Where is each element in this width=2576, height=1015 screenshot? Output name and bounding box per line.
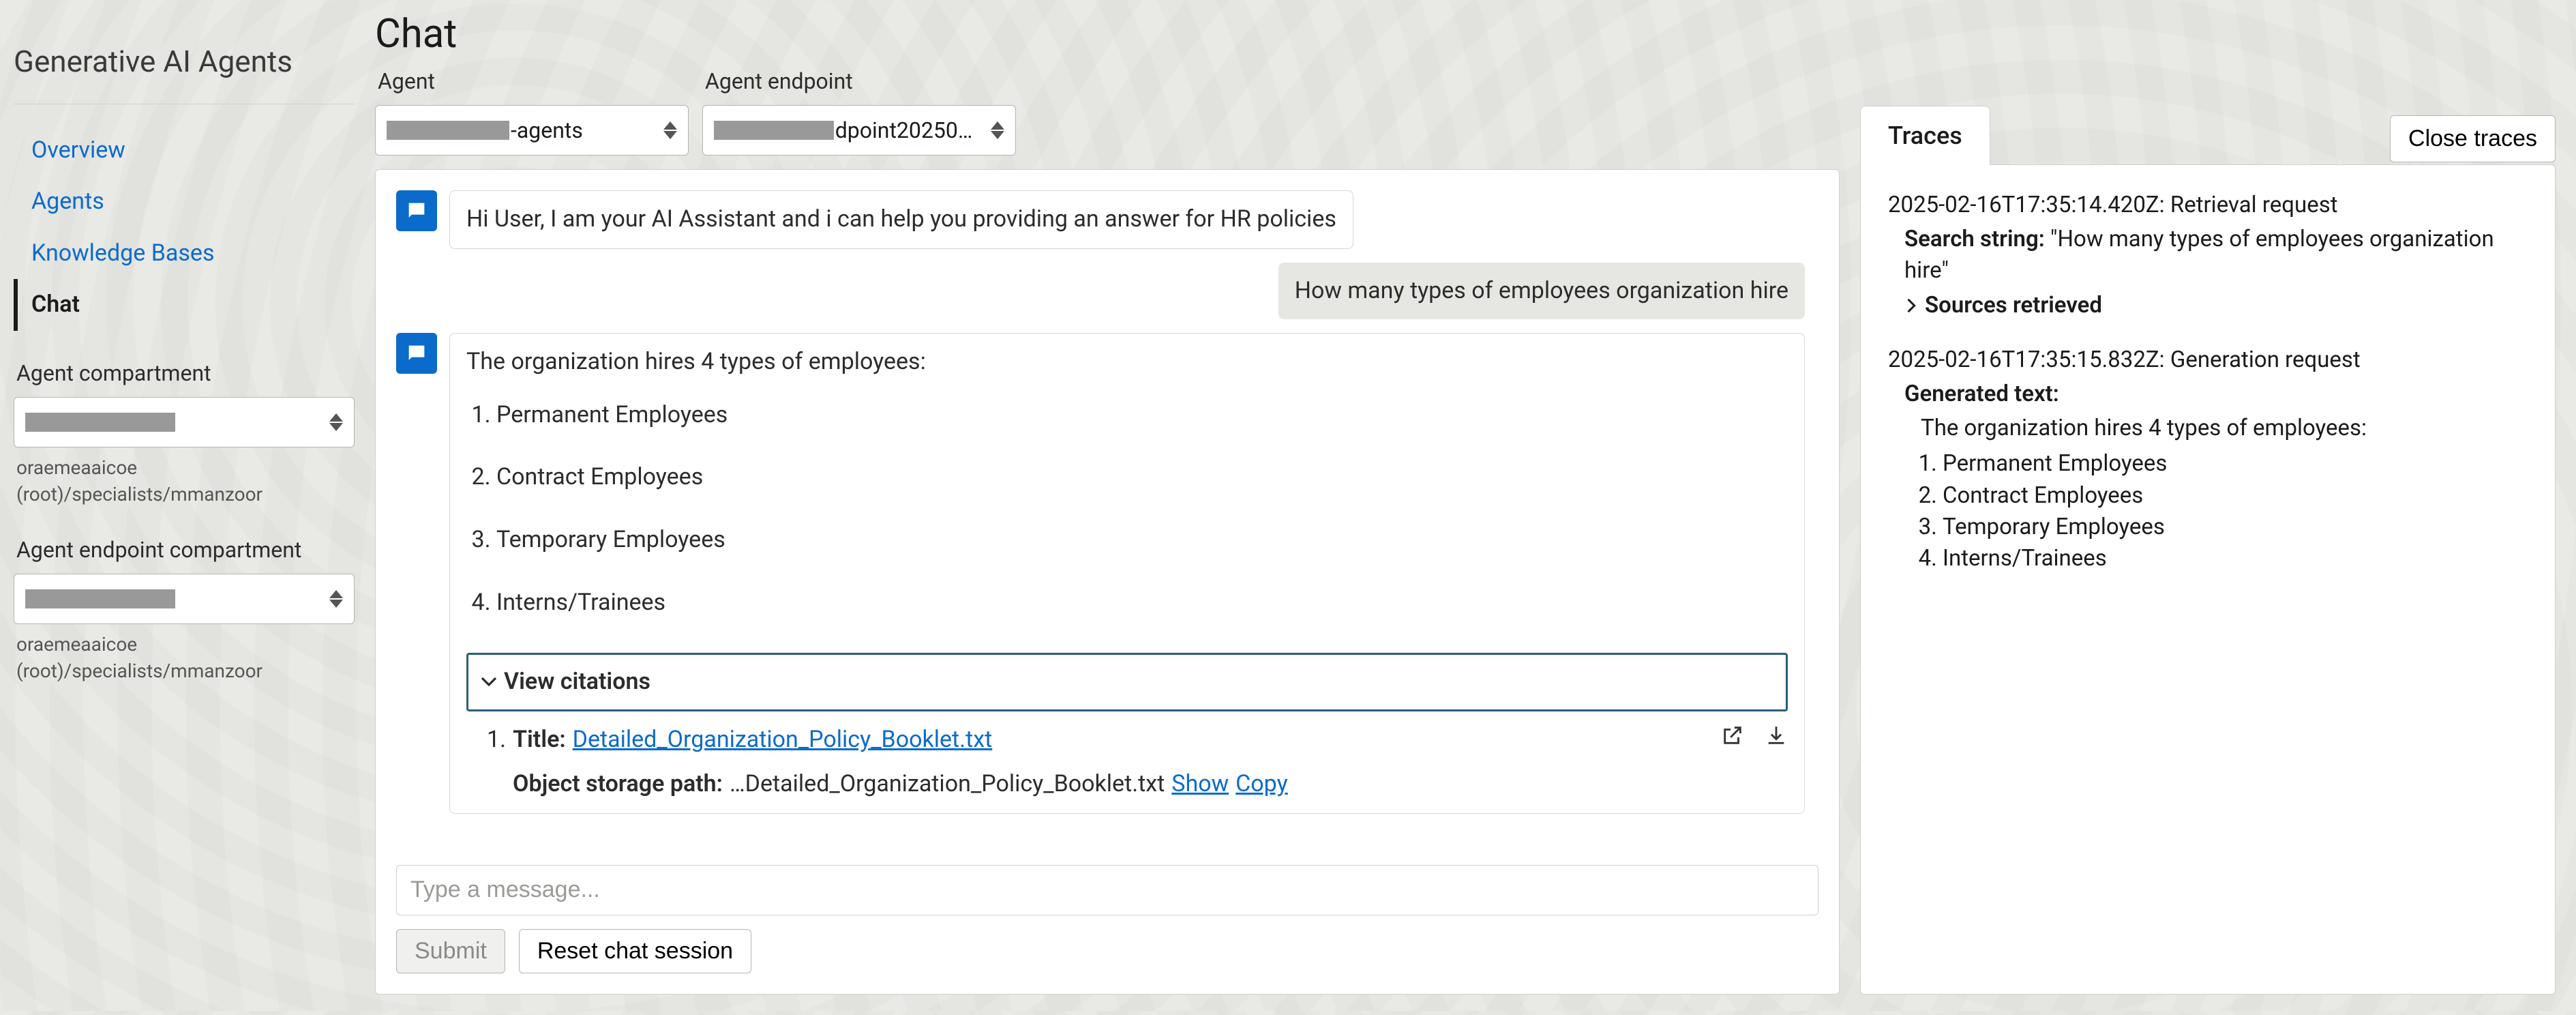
assistant-answer-row: The organization hires 4 types of employ… [396, 333, 1805, 814]
page-title: Chat [375, 7, 1840, 62]
trace-gen-item: Contract Employees [1943, 480, 2528, 512]
view-citations-label: View citations [504, 666, 650, 698]
header-selectors: Agent -agents Agent endpoint dpoi [375, 66, 1840, 156]
sources-retrieved-label: Sources retrieved [1925, 290, 2102, 321]
trace-gen-intro: The organization hires 4 types of employ… [1921, 415, 2367, 441]
chat-buttons: Submit Reset chat session [396, 929, 1818, 973]
trace-kind: Retrieval request [2170, 192, 2338, 218]
chevron-down-icon [481, 674, 497, 690]
answer-item: Temporary Employees [496, 524, 1788, 557]
citation-item: 1. Title: Detailed_Organization_Policy_B… [466, 724, 1788, 801]
agent-compartment-label: Agent compartment [14, 358, 355, 389]
chevron-right-icon [1904, 298, 1919, 313]
message-input[interactable] [410, 877, 1804, 903]
sources-retrieved-toggle[interactable]: Sources retrieved [1888, 290, 2528, 321]
redacted-block [25, 589, 175, 608]
endpoint-compartment-select[interactable] [14, 574, 355, 624]
open-external-icon[interactable] [1721, 724, 1744, 756]
trace-gen-item: Interns/Trainees [1943, 543, 2528, 574]
traces-tab[interactable]: Traces [1860, 106, 1990, 165]
trace-retrieval: 2025-02-16T17:35:14.420Z: Retrieval requ… [1888, 190, 2528, 321]
endpoint-select-value: dpoint202502… [835, 115, 981, 146]
endpoint-select-label: Agent endpoint [702, 66, 1016, 97]
citation-show-link[interactable]: Show [1171, 768, 1229, 801]
traces-panel: 2025-02-16T17:35:14.420Z: Retrieval requ… [1860, 164, 2556, 995]
citation-path-label: Object storage path: [513, 768, 723, 801]
answer-item: Interns/Trainees [496, 587, 1788, 619]
nav-knowledge-bases[interactable]: Knowledge Bases [14, 228, 355, 280]
redacted-block [714, 121, 834, 140]
trace-timestamp: 2025-02-16T17:35:15.832Z: [1888, 347, 2165, 373]
close-traces-button[interactable]: Close traces [2390, 115, 2556, 162]
user-question-bubble: How many types of employees organization… [1278, 263, 1805, 320]
traces-column: Traces Close traces 2025-02-16T17:35:14.… [1860, 109, 2556, 995]
answer-list: Permanent Employees Contract Employees T… [466, 399, 1788, 619]
reset-chat-button[interactable]: Reset chat session [519, 929, 751, 973]
endpoint-compartment-crumb: oraemeaaicoe (root)/specialists/mmanzoor [14, 631, 355, 684]
chat-panel: Hi User, I am your AI Assistant and i ca… [375, 169, 1840, 995]
traces-header: Traces Close traces [1860, 109, 2556, 165]
trace-gen-list: Permanent Employees Contract Employees T… [1888, 448, 2528, 574]
messages-scroll[interactable]: Hi User, I am your AI Assistant and i ca… [396, 190, 1818, 851]
redacted-block [387, 121, 509, 140]
answer-item: Contract Employees [496, 461, 1788, 494]
agent-select-value: -agents [511, 115, 583, 146]
endpoint-compartment-label: Agent endpoint compartment [14, 535, 355, 565]
assistant-avatar-icon [396, 333, 437, 374]
agent-select[interactable]: -agents [375, 105, 689, 156]
trace-generation: 2025-02-16T17:35:15.832Z: Generation req… [1888, 344, 2528, 574]
message-input-row [396, 865, 1818, 915]
sidebar-nav: Overview Agents Knowledge Bases Chat [14, 125, 355, 331]
view-citations-toggle[interactable]: View citations [481, 666, 1773, 698]
citation-index: 1. [487, 724, 506, 756]
trace-search-label: Search string: [1904, 226, 2045, 252]
stepper-icon [989, 117, 1006, 144]
nav-overview[interactable]: Overview [14, 125, 355, 177]
trace-gen-item: Permanent Employees [1943, 448, 2528, 480]
stepper-icon [662, 117, 678, 144]
answer-item: Permanent Employees [496, 399, 1788, 432]
agent-compartment-select[interactable] [14, 397, 355, 447]
assistant-avatar-icon [396, 190, 437, 231]
citation-title-link[interactable]: Detailed_Organization_Policy_Booklet.txt [573, 724, 993, 756]
chat-column: Chat Agent -agents Agent endpoint [375, 7, 1840, 995]
sidebar-title: Generative AI Agents [14, 27, 355, 104]
trace-timestamp: 2025-02-16T17:35:14.420Z: [1888, 192, 2165, 218]
nav-agents[interactable]: Agents [14, 176, 355, 228]
trace-kind: Generation request [2170, 347, 2361, 373]
submit-button[interactable]: Submit [396, 929, 505, 973]
assistant-message-row: Hi User, I am your AI Assistant and i ca… [396, 190, 1805, 249]
user-message-row: How many types of employees organization… [396, 263, 1805, 320]
citations-box: View citations [466, 653, 1788, 711]
assistant-greeting-bubble: Hi User, I am your AI Assistant and i ca… [449, 190, 1353, 249]
answer-intro: The organization hires 4 types of employ… [466, 346, 1788, 379]
citation-copy-link[interactable]: Copy [1235, 768, 1288, 801]
sidebar: Generative AI Agents Overview Agents Kno… [0, 0, 368, 1015]
stepper-icon [328, 409, 344, 436]
citation-path-value: …Detailed_Organization_Policy_Booklet.tx… [730, 768, 1165, 801]
nav-chat[interactable]: Chat [14, 279, 355, 331]
stepper-icon [328, 585, 344, 613]
agent-select-label: Agent [375, 66, 689, 97]
endpoint-select[interactable]: dpoint202502… [702, 105, 1016, 156]
trace-gen-item: Temporary Employees [1943, 512, 2528, 543]
redacted-block [25, 413, 175, 432]
trace-gen-label: Generated text: [1904, 381, 2059, 407]
download-icon[interactable] [1765, 724, 1788, 756]
main: Chat Agent -agents Agent endpoint [368, 0, 2576, 1015]
assistant-answer-bubble: The organization hires 4 types of employ… [449, 333, 1805, 814]
agent-compartment-crumb: oraemeaaicoe (root)/specialists/mmanzoor [14, 454, 355, 508]
citation-title-label: Title: [513, 724, 566, 756]
